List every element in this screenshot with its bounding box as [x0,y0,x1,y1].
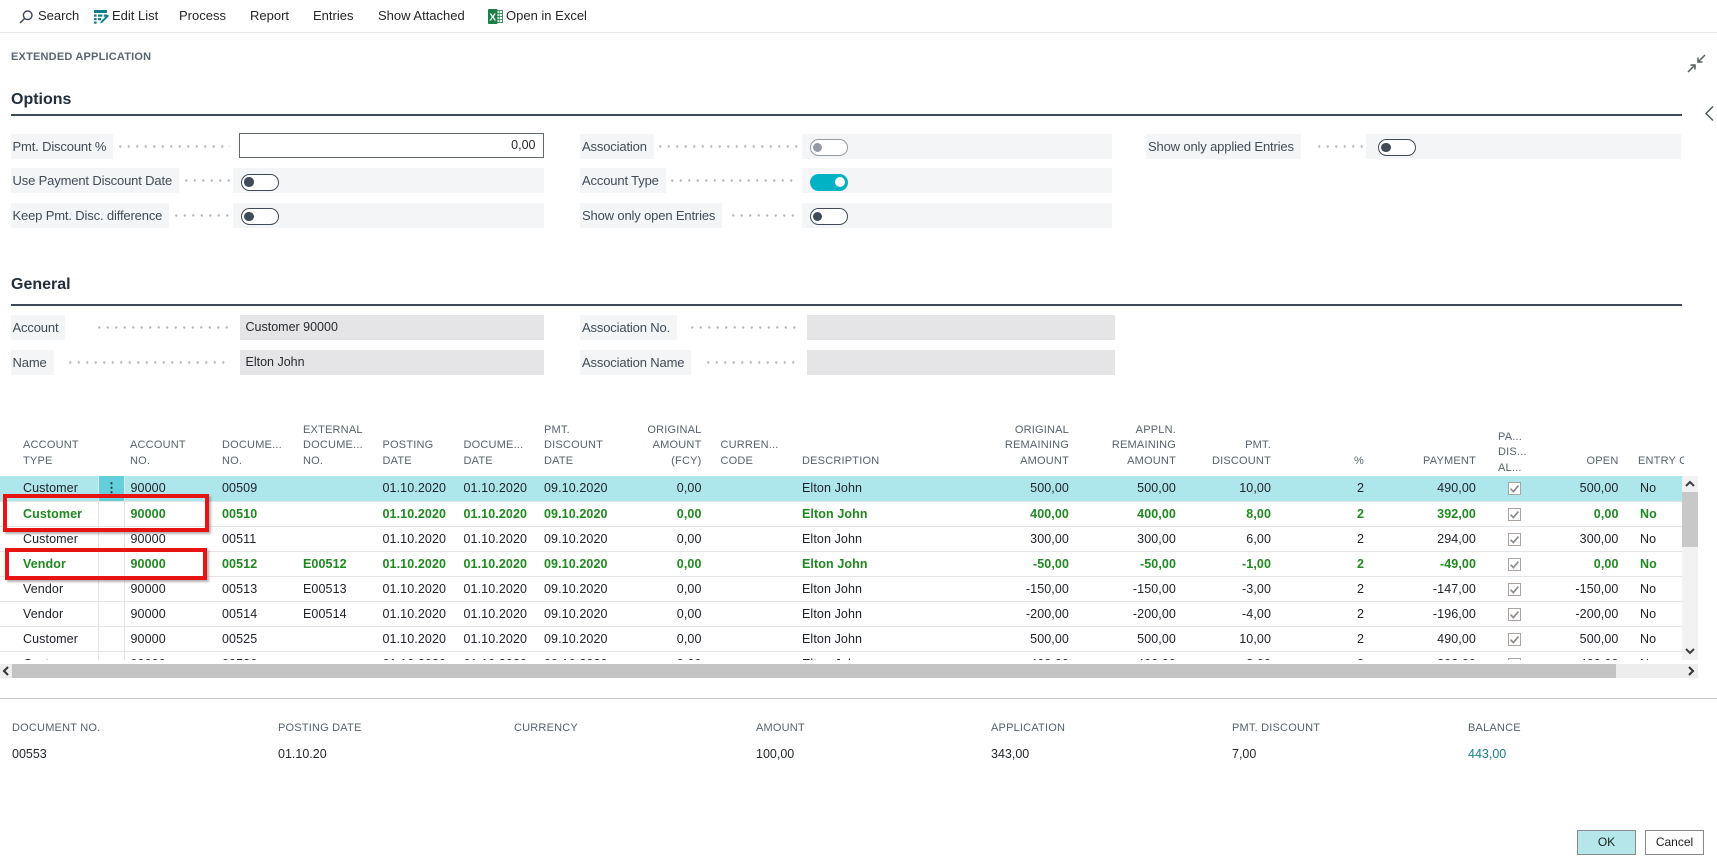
svg-text:X: X [489,13,496,24]
